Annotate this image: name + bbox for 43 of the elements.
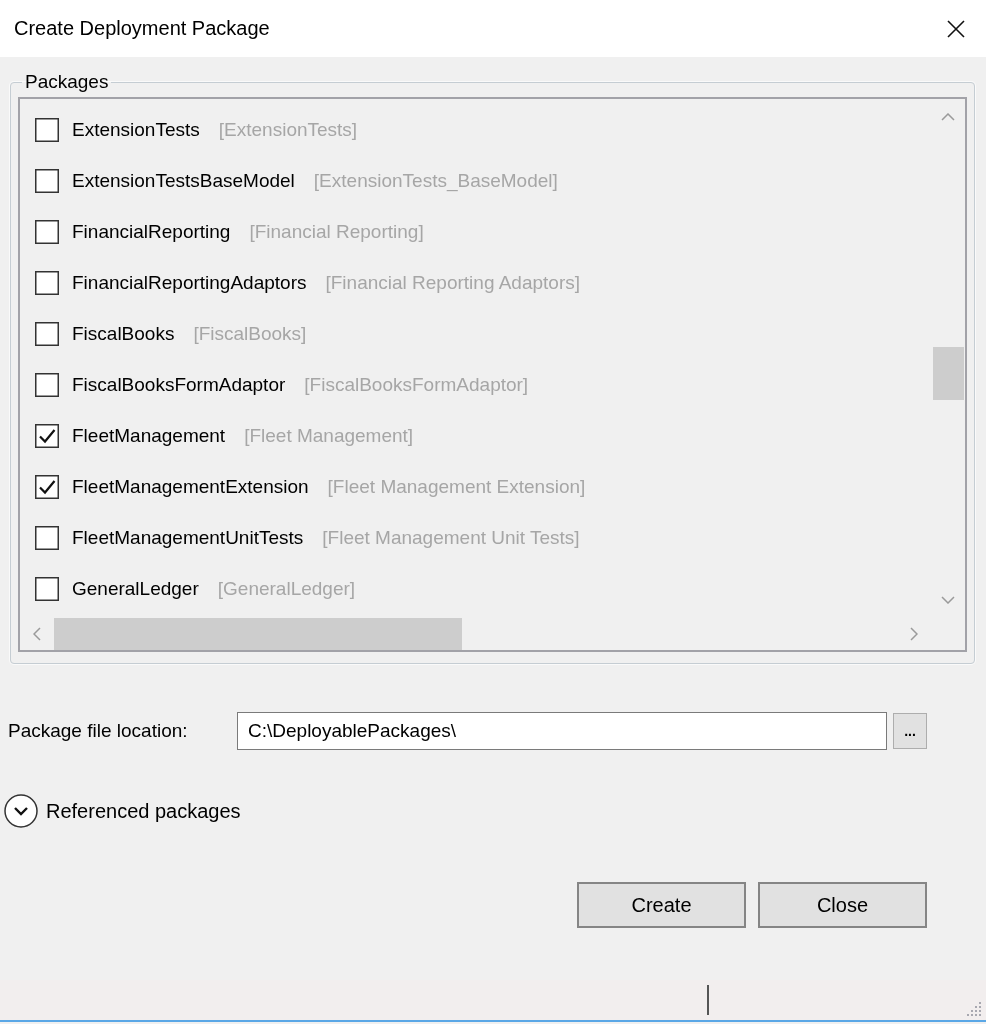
package-display-name: [Financial Reporting Adaptors] [325,271,580,294]
package-name: ExtensionTestsBaseModel [72,169,295,192]
package-display-name: [GeneralLedger] [217,577,356,600]
package-name: ExtensionTests [72,118,200,141]
package-name: FinancialReportingAdaptors [72,271,307,294]
package-display-name: [Fleet Management Unit Tests] [322,526,580,549]
package-display-name: [FiscalBooksFormAdaptor] [304,373,529,396]
checkbox[interactable] [35,270,59,295]
close-button[interactable]: Close [758,882,927,928]
field-label: Package file location: [8,720,189,742]
package-name: FleetManagementUnitTests [72,526,304,549]
checkbox[interactable] [35,372,59,397]
package-name: FleetManagementExtension [72,475,309,498]
checkbox[interactable] [35,474,59,499]
package-display-name: [FiscalBooks] [193,322,307,345]
checkbox[interactable] [35,219,59,244]
chevron-circle-icon[interactable] [4,794,38,828]
package-name: FleetManagement [72,424,226,447]
resize-grip-icon[interactable] [966,1001,982,1017]
checkbox[interactable] [35,168,59,193]
group-label: Packages [24,71,110,93]
path-field[interactable]: C:\DeployablePackages\ [237,712,887,750]
checkbox[interactable] [35,117,59,142]
package-name: FiscalBooksFormAdaptor [72,373,286,396]
checkbox[interactable] [35,525,59,550]
browse-button[interactable]: ... [893,713,927,749]
checkbox[interactable] [35,576,59,601]
package-name: FinancialReporting [72,220,231,243]
create-button[interactable]: Create [577,882,746,928]
scrollbar-thumb[interactable] [933,347,964,400]
package-display-name: [Fleet Management] [244,424,414,447]
package-display-name: [Financial Reporting] [249,220,424,243]
close-icon[interactable] [947,19,965,38]
checkbox[interactable] [35,321,59,346]
package-display-name: [Fleet Management Extension] [327,475,586,498]
package-name: FiscalBooks [72,322,175,345]
package-display-name: [ExtensionTests] [218,118,358,141]
expander-button[interactable]: Referenced packages [4,794,241,828]
checkbox[interactable] [35,423,59,448]
window-title: Create Deployment Package [14,17,270,40]
package-display-name: [ExtensionTests_BaseModel] [313,169,558,192]
package-name: GeneralLedger [72,577,199,600]
scrollbar-thumb[interactable] [54,618,462,650]
